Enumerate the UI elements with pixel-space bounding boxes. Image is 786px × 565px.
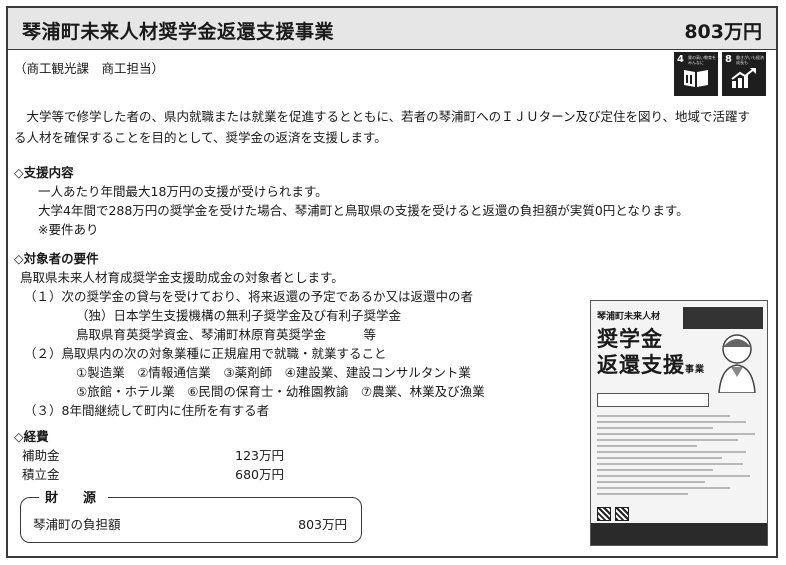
- qr-code-icon: [597, 507, 611, 521]
- expense-row: 補助金 123万円: [14, 446, 314, 465]
- support-section: ◇支援内容 一人あたり年間最大18万円の支援が受けられます。 大学4年間で288…: [14, 163, 774, 239]
- leaflet-title-line2: 返還支援事業: [597, 353, 706, 377]
- support-line: 大学4年間で288万円の奨学金を受けた場合、琴浦町と鳥取県の支援を受けると返還の…: [38, 203, 689, 218]
- expense-value: 680万円: [235, 467, 284, 482]
- funding-label: 琴浦町の負担額: [33, 517, 121, 532]
- eligibility-subitem: ⑤旅館・ホテル業 ⑥民間の保育士・幼稚園教諭 ⑦農業、林業及び漁業: [76, 384, 485, 399]
- leaflet-text-lines: [597, 415, 763, 499]
- sdg-number: 4: [677, 54, 684, 65]
- sdg-goal-4-badge: 4 質の高い教育をみんなに: [674, 52, 718, 96]
- eligibility-subitem: ①製造業 ②情報通信業 ③薬剤師 ④建設業、建設コンサルタント業: [76, 365, 471, 380]
- header-bar: 琴浦町未来人材奨学金返還支援事業 803万円: [8, 8, 776, 50]
- budget-amount: 803万円: [684, 21, 762, 43]
- student-illustration-icon: [718, 334, 756, 393]
- intro-paragraph: 大学等で修学した者の、県内就職または就業を促進するとともに、若者の琴浦町へのＩＪ…: [14, 109, 751, 145]
- sdg-number: 8: [725, 54, 732, 65]
- support-note: ※要件あり: [38, 222, 99, 237]
- eligibility-subitem: 鳥取県育英奨学資金、琴浦町林原育英奨学金 等: [76, 327, 377, 342]
- eligibility-heading: ◇対象者の要件: [14, 251, 99, 266]
- funding-title: 財 源: [39, 487, 109, 506]
- sdg-goal-8-badge: 8 働きがいも経済成長も: [722, 52, 766, 96]
- eligibility-item: （３）8年間継続して町内に住所を有する者: [24, 403, 270, 418]
- eligibility-item: （１）次の奨学金の貸与を受けており、将来返還の予定であるか又は返還中の者: [24, 289, 474, 304]
- expense-value: 123万円: [235, 448, 284, 463]
- expenses-section: ◇経費 補助金 123万円 積立金 680万円: [14, 427, 314, 484]
- eligibility-item: （２）鳥取県内の次の対象業種に正規雇用で就職・就業すること: [24, 346, 387, 361]
- support-line: 一人あたり年間最大18万円の支援が受けられます。: [38, 184, 328, 199]
- expense-row: 積立金 680万円: [14, 465, 314, 484]
- funding-value: 803万円: [298, 517, 347, 532]
- qr-code-icon: [615, 507, 629, 521]
- sdg-caption: 質の高い教育をみんなに: [688, 55, 716, 65]
- funding-box: 財 源 琴浦町の負担額 803万円: [20, 487, 362, 543]
- program-leaflet-image: 琴浦町未来人材 奨学金 返還支援事業: [590, 300, 768, 546]
- leaflet-dark-box: [683, 307, 763, 329]
- eligibility-intro: 鳥取県未来人材育成奨学金支援助成金の対象者とします。: [20, 270, 344, 285]
- expenses-heading: ◇経費: [14, 429, 49, 444]
- eligibility-subitem: （独）日本学生支援機構の無利子奨学金及び有利子奨学金: [76, 308, 402, 323]
- growth-chart-icon: [731, 68, 756, 88]
- department-label: （商工観光課 商工担当）: [14, 61, 165, 76]
- leaflet-footer-bar: [591, 523, 767, 545]
- book-icon: [684, 70, 708, 87]
- support-heading: ◇支援内容: [14, 165, 74, 180]
- eligibility-section: ◇対象者の要件 鳥取県未来人材育成奨学金支援助成金の対象者とします。 （１）次の…: [14, 249, 584, 420]
- leaflet-top-text: 琴浦町未来人材: [597, 312, 661, 322]
- leaflet-band: [597, 393, 709, 407]
- sdg-caption: 働きがいも経済成長も: [736, 55, 764, 65]
- page-title: 琴浦町未来人材奨学金返還支援事業: [22, 21, 335, 43]
